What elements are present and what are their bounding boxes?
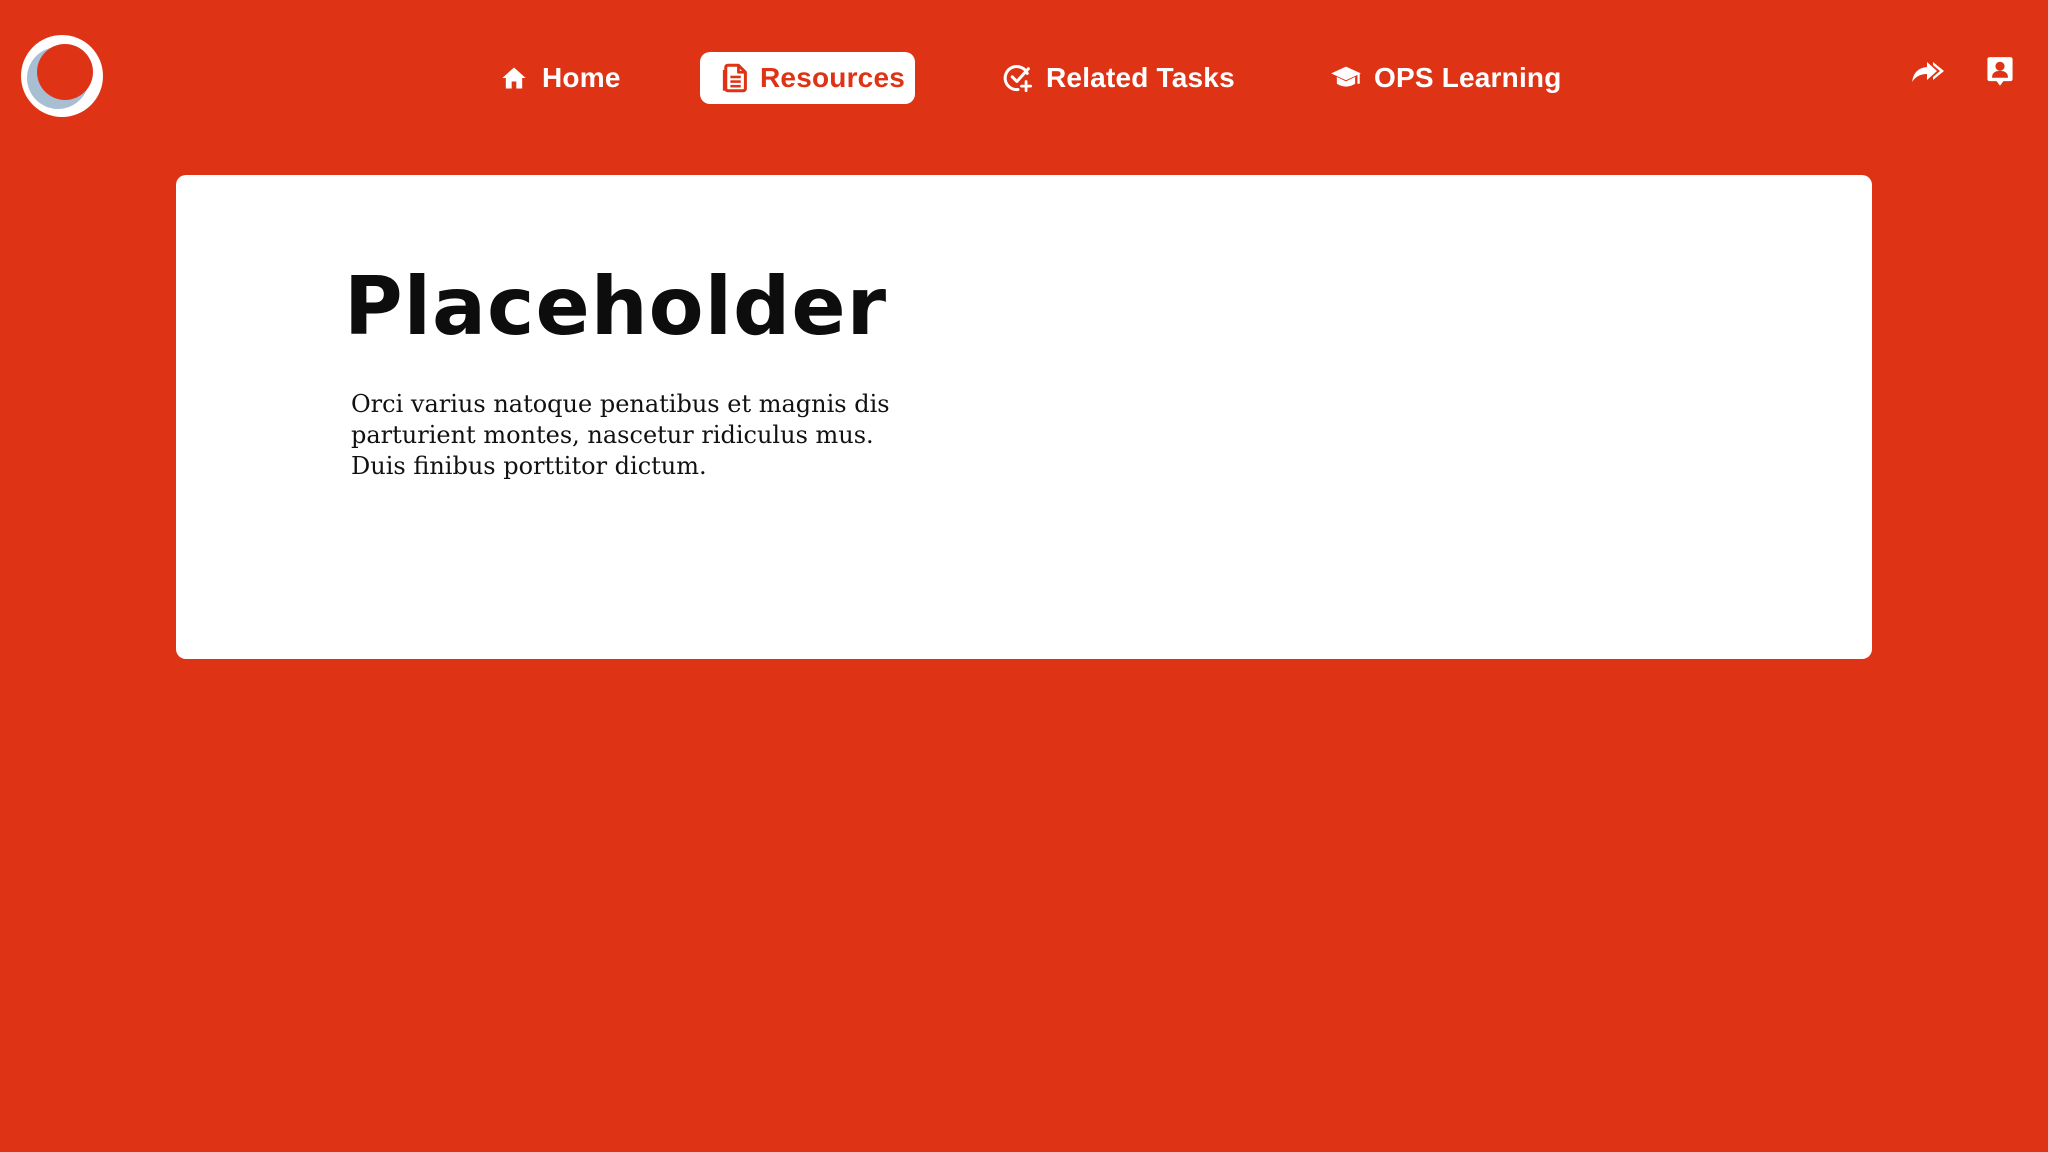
nav-related-tasks-button[interactable]: Related Tasks — [1002, 52, 1235, 104]
document-icon — [722, 62, 748, 94]
nav-resources-label: Resources — [760, 62, 905, 93]
card-description-line: Orci varius natoque penatibus et magnis … — [351, 390, 890, 418]
graduation-cap-icon — [1330, 62, 1362, 94]
page-title: Placeholder — [344, 260, 888, 353]
card-description-line: parturient montes, nascetur ridiculus mu… — [351, 421, 874, 449]
content-card: Placeholder Orci varius natoque penatibu… — [176, 175, 1872, 659]
card-description-line: Duis finibus porttitor dictum. — [351, 452, 707, 480]
check-plus-icon — [1002, 62, 1034, 94]
nav-ops-learning-button[interactable]: OPS Learning — [1330, 52, 1562, 104]
home-icon — [498, 62, 530, 94]
card-description: Orci varius natoque penatibus et magnis … — [351, 389, 911, 482]
nav-home-label: Home — [542, 62, 621, 93]
main-navigation: Home Resources Related Tasks OPS Learnin… — [0, 52, 2048, 104]
share-forward-icon[interactable] — [1908, 54, 1948, 90]
nav-resources-button[interactable]: Resources — [700, 52, 915, 104]
nav-ops-learning-label: OPS Learning — [1374, 62, 1562, 93]
nav-home-button[interactable]: Home — [498, 52, 621, 104]
nav-related-tasks-label: Related Tasks — [1046, 62, 1235, 93]
profile-badge-icon[interactable] — [1980, 54, 2020, 90]
